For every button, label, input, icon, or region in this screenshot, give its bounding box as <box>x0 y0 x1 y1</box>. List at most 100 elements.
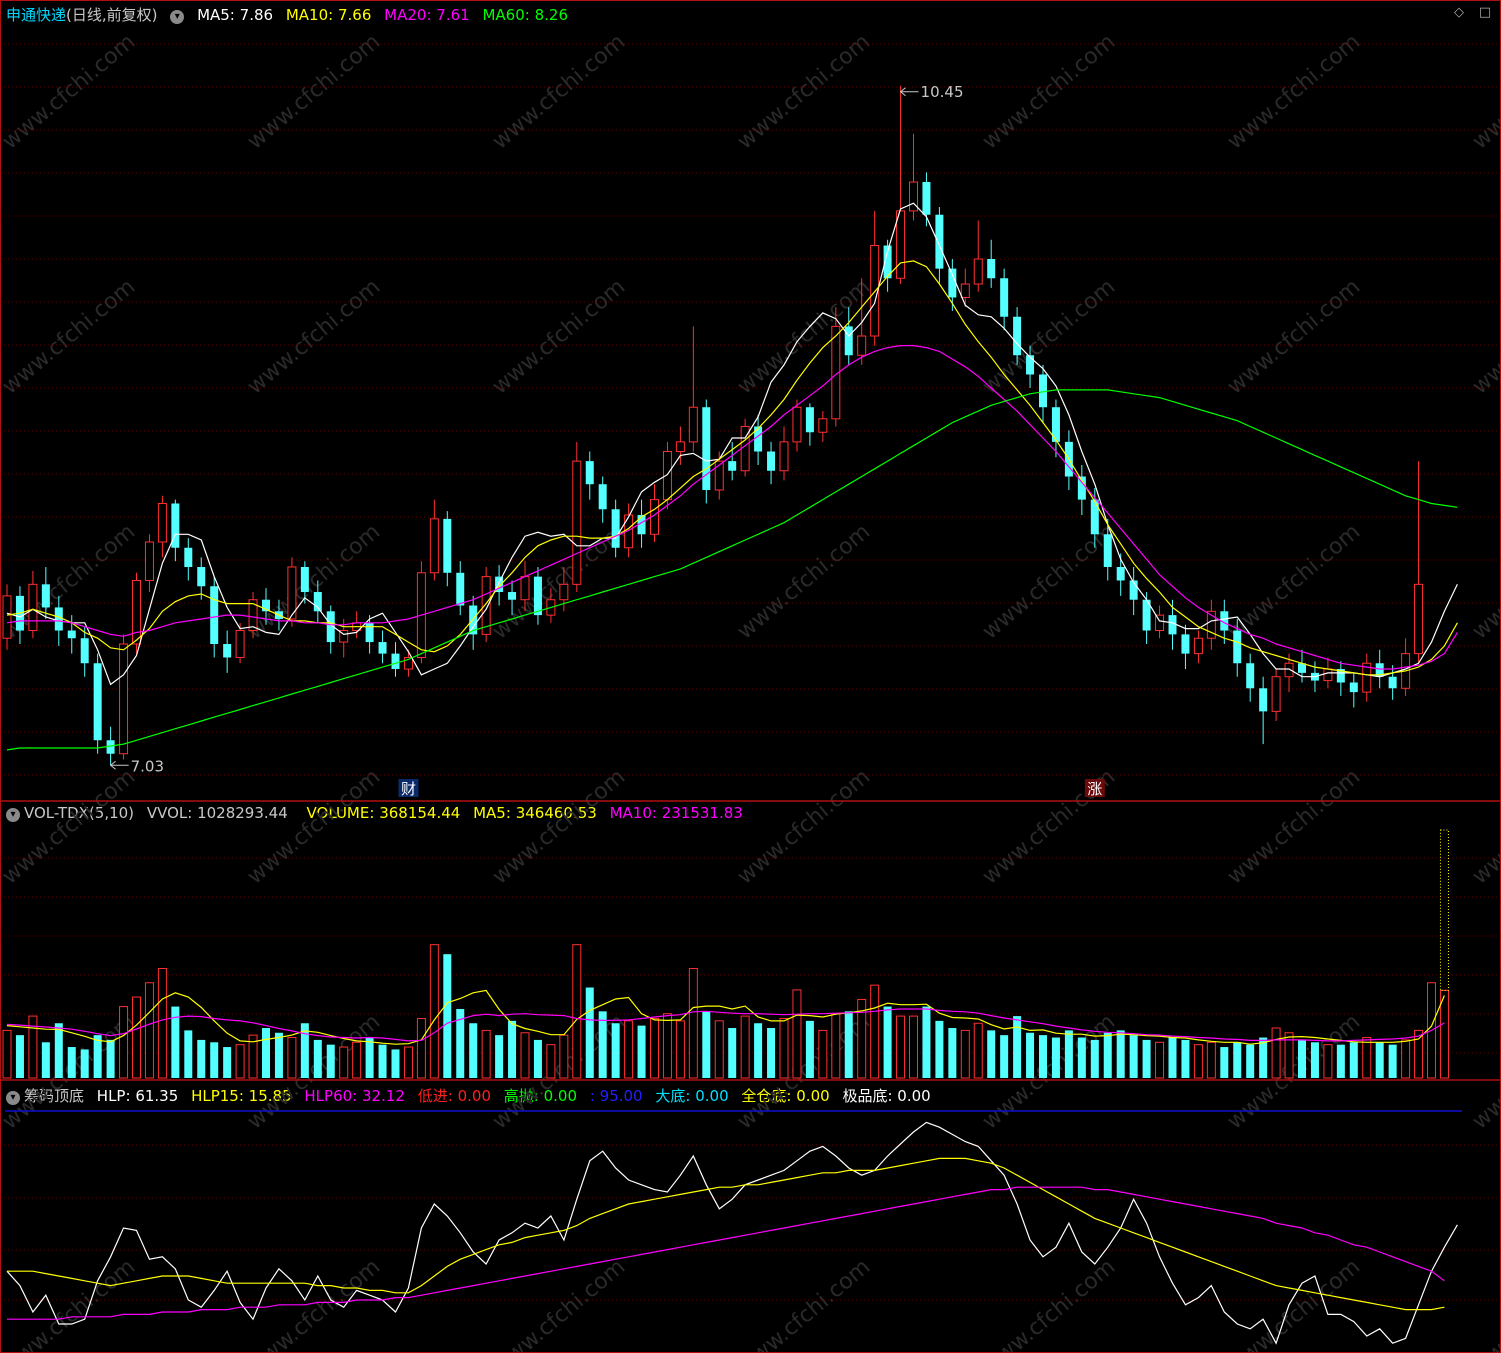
candle-body-up <box>157 502 167 543</box>
volume-bar-up <box>624 1020 634 1079</box>
volume-bar-up <box>1206 1041 1216 1079</box>
candle-body-down <box>585 461 594 485</box>
high-marker-arrow <box>899 87 919 97</box>
volume-bar-down <box>702 1011 711 1078</box>
volume-bar-down <box>391 1049 400 1078</box>
watermark-text: www.cfchi.com <box>243 274 385 399</box>
volume-bar-down <box>1349 1042 1358 1078</box>
candle-body-up <box>144 541 154 581</box>
watermark-text: www.cfchi.com <box>733 1254 875 1353</box>
volume-bar-up <box>1323 1044 1333 1079</box>
volume-bar-down <box>1103 1032 1112 1078</box>
candle-body-down <box>987 259 996 279</box>
volume-bar-down <box>106 1039 115 1078</box>
candle-body-down <box>1259 688 1268 712</box>
volume-bar-down <box>1039 1035 1047 1078</box>
watermark-text: www.cfchi.com <box>1223 764 1365 889</box>
volume-bar-down <box>844 1011 853 1078</box>
candle-body-up <box>792 406 802 443</box>
volume-bar-down <box>585 987 594 1078</box>
volume-bar-down <box>262 1028 270 1078</box>
watermark-text: www.cfchi.com <box>1468 764 1501 889</box>
volume-bar-down <box>611 1023 620 1078</box>
candle-body-down <box>702 407 711 490</box>
volume-bar-down <box>1388 1044 1397 1078</box>
volume-bar-up <box>779 1017 789 1079</box>
candle-body-down <box>184 547 193 567</box>
candle-body-up <box>973 258 983 285</box>
volume-bar-down <box>508 1020 517 1078</box>
low-marker-label: 7.03 <box>131 757 164 775</box>
volume-bar-down <box>637 1025 646 1078</box>
watermark-text: www.cfchi.com <box>978 1009 1120 1134</box>
watermark-text: www.cfchi.com <box>733 764 875 889</box>
volume-bar-down <box>274 1032 283 1078</box>
volume-bar-down <box>41 1042 50 1078</box>
candle-body-up <box>675 441 685 452</box>
main-price-panel[interactable] <box>2 85 1458 766</box>
candle-body-down <box>378 642 387 654</box>
candle-body-up <box>896 210 906 279</box>
volume-bar-down <box>948 1028 957 1078</box>
volume-bar-up <box>2 1029 12 1079</box>
volume-bar-down <box>767 1028 776 1078</box>
watermark-text: www.cfchi.com <box>978 274 1120 399</box>
candle-body-down <box>456 572 465 606</box>
candle-body-down <box>1388 676 1397 689</box>
candle-body-down <box>805 407 814 433</box>
candle-body-up <box>688 406 698 443</box>
volume-bar-down <box>533 1039 542 1078</box>
candle-body-up <box>572 460 582 585</box>
volume-bar-up <box>662 1013 672 1079</box>
watermark-text: www.cfchi.com <box>488 274 630 399</box>
candle-body-down <box>844 326 853 356</box>
volume-bar-down <box>754 1023 763 1078</box>
candle-body-up <box>1193 637 1203 655</box>
watermark-text: www.cfchi.com <box>0 274 140 399</box>
watermark-text: www.cfchi.com <box>243 764 385 889</box>
candle-body-down <box>935 214 944 269</box>
high-marker-label: 10.45 <box>921 83 964 101</box>
candle-body-up <box>1271 676 1281 712</box>
candle-body-down <box>533 576 542 616</box>
volume-bar-up <box>1362 1037 1372 1079</box>
candle-body-down <box>300 567 309 593</box>
chip-panel[interactable] <box>6 1121 1458 1345</box>
volume-bar-down <box>1246 1044 1255 1078</box>
volume-bar-up <box>416 1017 426 1079</box>
candle-body-down <box>93 663 102 741</box>
watermark-text: www.cfchi.com <box>243 1254 385 1353</box>
volume-bar-down <box>313 1039 322 1078</box>
volume-bar-up <box>896 1015 906 1079</box>
candle-body-down <box>1233 630 1242 664</box>
volume-bar-down <box>1064 1030 1073 1078</box>
event-mark-text: 涨 <box>1087 780 1102 798</box>
volume-bar-down <box>1298 1039 1306 1078</box>
volume-bar-down <box>1181 1039 1190 1078</box>
watermark-text: www.cfchi.com <box>1468 1009 1501 1134</box>
watermark-text: www.cfchi.com <box>1468 519 1501 644</box>
watermark-text: www.cfchi.com <box>243 519 385 644</box>
volume-bar-down <box>922 1006 931 1078</box>
volume-bar-down <box>54 1023 63 1078</box>
candle-body-down <box>67 630 76 639</box>
volume-bar-up <box>973 1022 983 1079</box>
volume-bar-down <box>184 1030 193 1078</box>
watermark-text: www.cfchi.com <box>978 29 1120 154</box>
watermark-text: www.cfchi.com <box>1223 274 1365 399</box>
candle-body-up <box>857 335 867 356</box>
volume-bar-up <box>870 984 880 1079</box>
watermark-text: www.cfchi.com <box>978 1254 1120 1353</box>
volume-bar-down <box>598 1011 607 1078</box>
candle-body-up <box>520 576 530 601</box>
volume-bar-up <box>481 1029 491 1079</box>
volume-bar-down <box>1375 1042 1384 1078</box>
stock-chart-window: 申通快递(日线,前复权) ▾ MA5: 7.86 MA10: 7.66 MA20… <box>0 0 1501 1353</box>
candle-body-down <box>1000 278 1009 317</box>
watermark-text: www.cfchi.com <box>243 29 385 154</box>
candle-body-up <box>2 595 12 639</box>
candle-body-up <box>132 579 141 645</box>
watermark-text: www.cfchi.com <box>1468 29 1501 154</box>
volume-bar-up <box>714 1020 724 1079</box>
watermark-text: www.cfchi.com <box>0 1254 140 1353</box>
